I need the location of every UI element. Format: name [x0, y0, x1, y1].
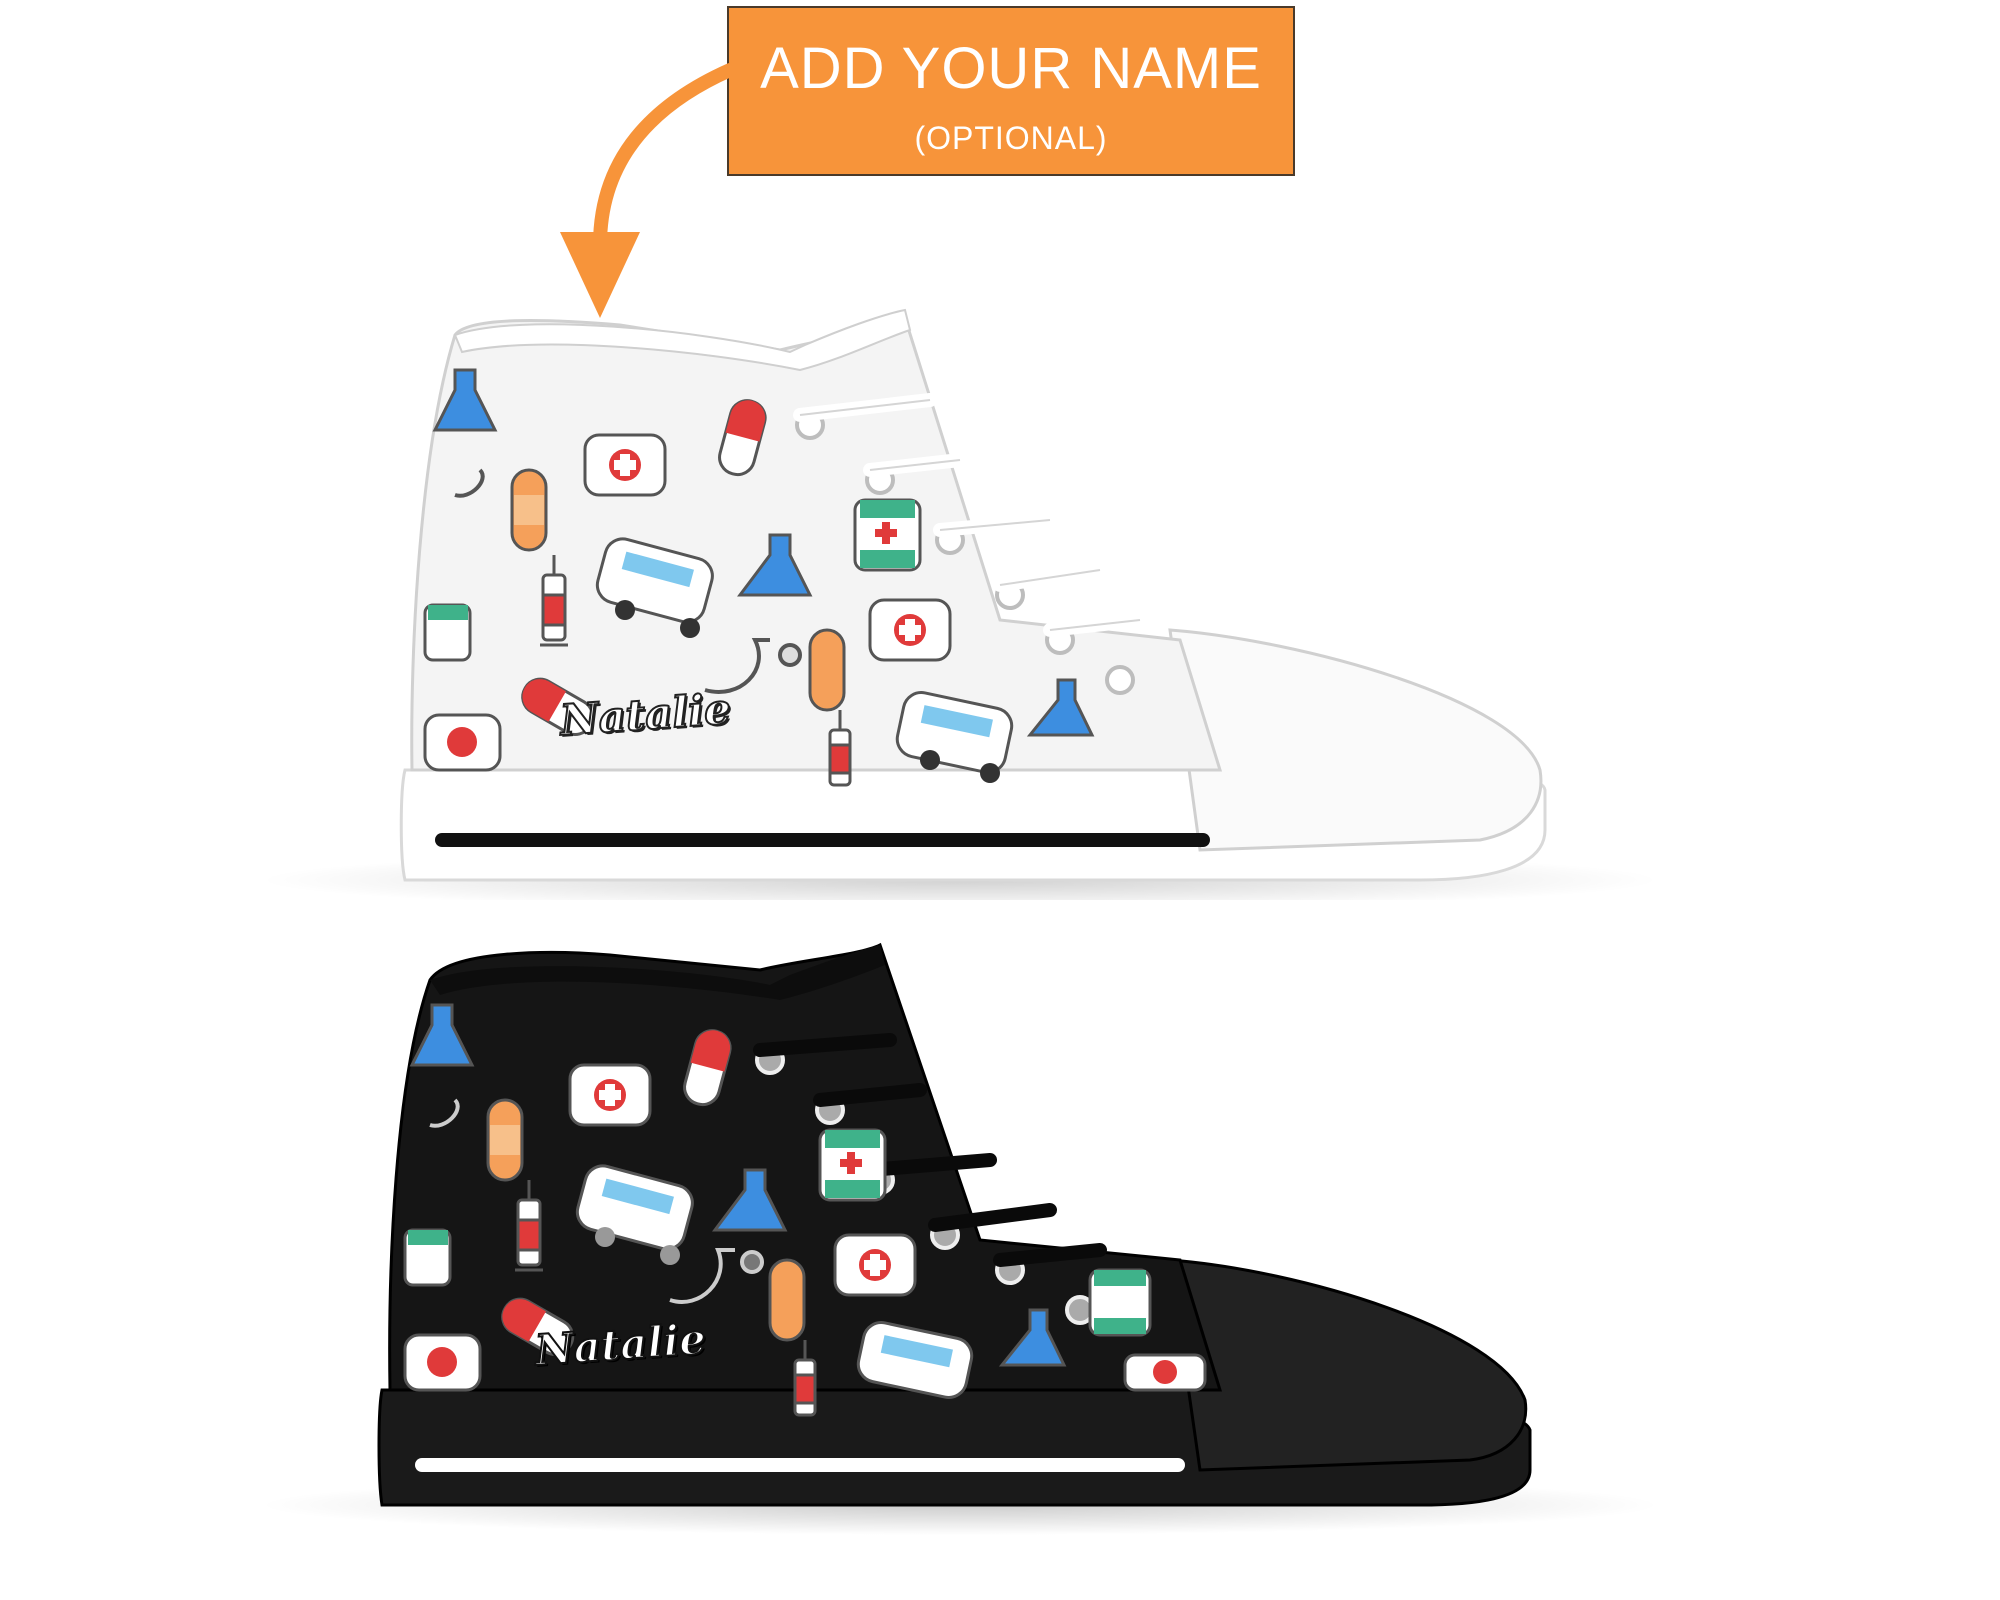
first-aid-kit-icon: [403, 1333, 482, 1392]
medicine-bottle-icon: [1088, 1268, 1152, 1337]
first-aid-kit-icon: [568, 1063, 652, 1127]
first-aid-kit-icon: [1123, 1353, 1207, 1392]
medicine-bottle-icon: [818, 1128, 887, 1202]
bandage-icon: [768, 1258, 806, 1342]
bandage-icon: [486, 1098, 524, 1182]
medicine-bottle-icon: [403, 1228, 452, 1287]
first-aid-kit-icon: [833, 1233, 917, 1297]
